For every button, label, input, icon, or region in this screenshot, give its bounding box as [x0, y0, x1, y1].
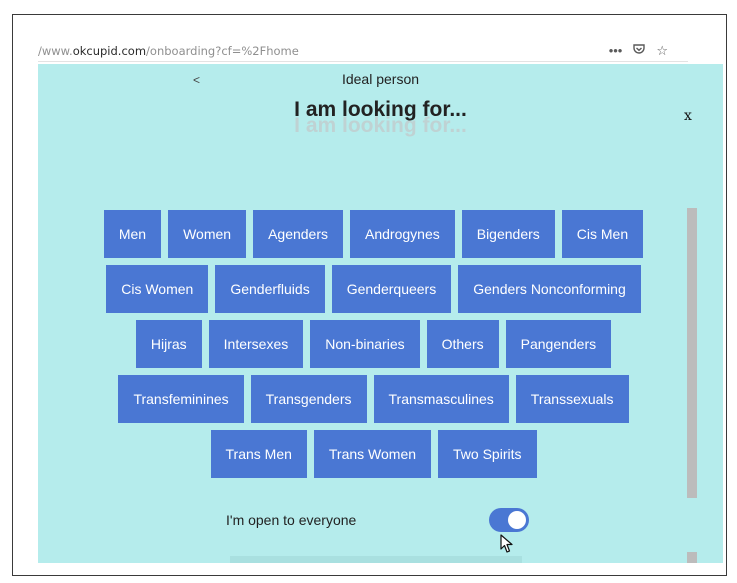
mouse-cursor-icon: [500, 534, 513, 553]
option-row: Hijras Intersexes Non-binaries Others Pa…: [86, 320, 661, 368]
scrollbar-lower[interactable]: [687, 552, 697, 563]
option-trans-men[interactable]: Trans Men: [210, 430, 307, 478]
page-title: I am looking for...: [294, 98, 467, 121]
option-genderfluids[interactable]: Genderfluids: [215, 265, 325, 313]
more-dots-icon[interactable]: •••: [609, 42, 623, 61]
option-transsexuals[interactable]: Transsexuals: [515, 375, 629, 423]
option-row: Transfeminines Transgenders Transmasculi…: [86, 375, 661, 423]
option-transgenders[interactable]: Transgenders: [250, 375, 367, 423]
toggle-knob: [508, 511, 526, 529]
option-genders-nonconforming[interactable]: Genders Nonconforming: [458, 265, 641, 313]
option-row: Men Women Agenders Androgynes Bigenders …: [86, 210, 661, 258]
scrollbar[interactable]: [687, 208, 697, 498]
option-cis-women[interactable]: Cis Women: [106, 265, 209, 313]
open-to-everyone-toggle[interactable]: [489, 508, 529, 532]
option-men[interactable]: Men: [103, 210, 162, 258]
pocket-icon[interactable]: [632, 42, 646, 61]
gender-options: Men Women Agenders Androgynes Bigenders …: [86, 210, 661, 485]
close-button[interactable]: x: [684, 108, 692, 124]
option-pangenders[interactable]: Pangenders: [505, 320, 612, 368]
step-label: Ideal person: [341, 71, 420, 87]
option-two-spirits[interactable]: Two Spirits: [438, 430, 537, 478]
option-cis-men[interactable]: Cis Men: [561, 210, 644, 258]
address-bar[interactable]: /www.okcupid.com/onboarding?cf=%2Fhome •…: [38, 40, 688, 62]
option-agenders[interactable]: Agenders: [253, 210, 344, 258]
url-text[interactable]: /www.okcupid.com/onboarding?cf=%2Fhome: [38, 44, 299, 58]
option-row: Cis Women Genderfluids Genderqueers Gend…: [86, 265, 661, 313]
option-non-binaries[interactable]: Non-binaries: [310, 320, 420, 368]
open-to-everyone-label: I'm open to everyone: [226, 512, 357, 528]
back-button[interactable]: <: [193, 73, 200, 87]
option-row: Trans Men Trans Women Two Spirits: [86, 430, 661, 478]
option-androgynes[interactable]: Androgynes: [350, 210, 455, 258]
bookmark-star-icon[interactable]: ☆: [656, 42, 668, 61]
continue-button-ghost: [230, 556, 522, 563]
option-women[interactable]: Women: [168, 210, 247, 258]
onboarding-panel: Ideal person < I am looking for... I am …: [38, 64, 723, 563]
option-others[interactable]: Others: [426, 320, 499, 368]
option-genderqueers[interactable]: Genderqueers: [331, 265, 452, 313]
option-transmasculines[interactable]: Transmasculines: [373, 375, 509, 423]
option-intersexes[interactable]: Intersexes: [208, 320, 304, 368]
option-hijras[interactable]: Hijras: [135, 320, 202, 368]
option-transfeminines[interactable]: Transfeminines: [118, 375, 244, 423]
option-bigenders[interactable]: Bigenders: [461, 210, 555, 258]
option-trans-women[interactable]: Trans Women: [313, 430, 432, 478]
